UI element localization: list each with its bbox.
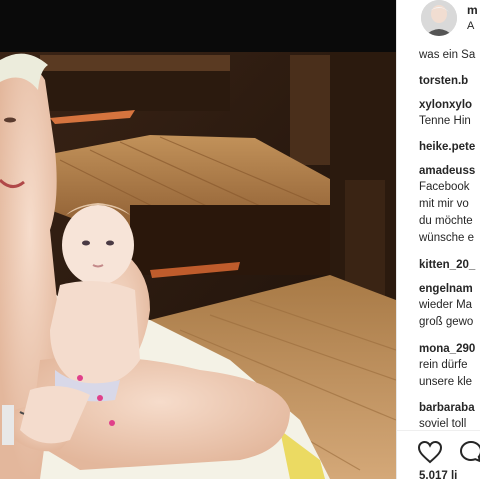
- comment-username[interactable]: barbaraba: [419, 402, 475, 414]
- comment-username[interactable]: kitten_20_: [419, 259, 475, 271]
- comments-panel: m A was ein Sa torsten.b xylonxylo Tenne…: [396, 0, 480, 479]
- comment-text: rein dürfe: [419, 359, 468, 371]
- post-photo[interactable]: [0, 0, 396, 479]
- comment-username[interactable]: mona_290: [419, 343, 475, 355]
- author-avatar[interactable]: [421, 0, 457, 36]
- comment-text: mit mir vo: [419, 198, 469, 210]
- comment-text: unsere kle: [419, 376, 473, 388]
- comment-text: wünsche e: [419, 232, 474, 244]
- heart-icon[interactable]: [417, 440, 443, 464]
- sauna-photo: [0, 52, 396, 479]
- instagram-post-window: m A was ein Sa torsten.b xylonxylo Tenne…: [0, 0, 480, 479]
- likes-count[interactable]: 5.017 li: [419, 470, 457, 479]
- photo-top-bar: [0, 0, 396, 52]
- comment-username[interactable]: torsten.b: [419, 75, 468, 87]
- comment-icon[interactable]: [459, 440, 480, 464]
- author-subtitle: A: [467, 20, 475, 32]
- comment-username[interactable]: amadeuss: [419, 165, 475, 177]
- comment-username[interactable]: xylonxylo: [419, 99, 472, 111]
- comment-text: Facebook: [419, 181, 470, 193]
- actions-divider: [397, 430, 480, 431]
- comment-text: du möchte: [419, 215, 473, 227]
- author-username[interactable]: m: [467, 3, 478, 17]
- comment-text: wieder Ma: [419, 299, 473, 311]
- comment-text: Tenne Hin: [419, 115, 471, 127]
- comment-username[interactable]: heike.pete: [419, 141, 475, 153]
- caption-tail: was ein Sa: [419, 49, 476, 61]
- comment-text: groß gewo: [419, 316, 474, 328]
- comment-username[interactable]: engelnam: [419, 283, 473, 295]
